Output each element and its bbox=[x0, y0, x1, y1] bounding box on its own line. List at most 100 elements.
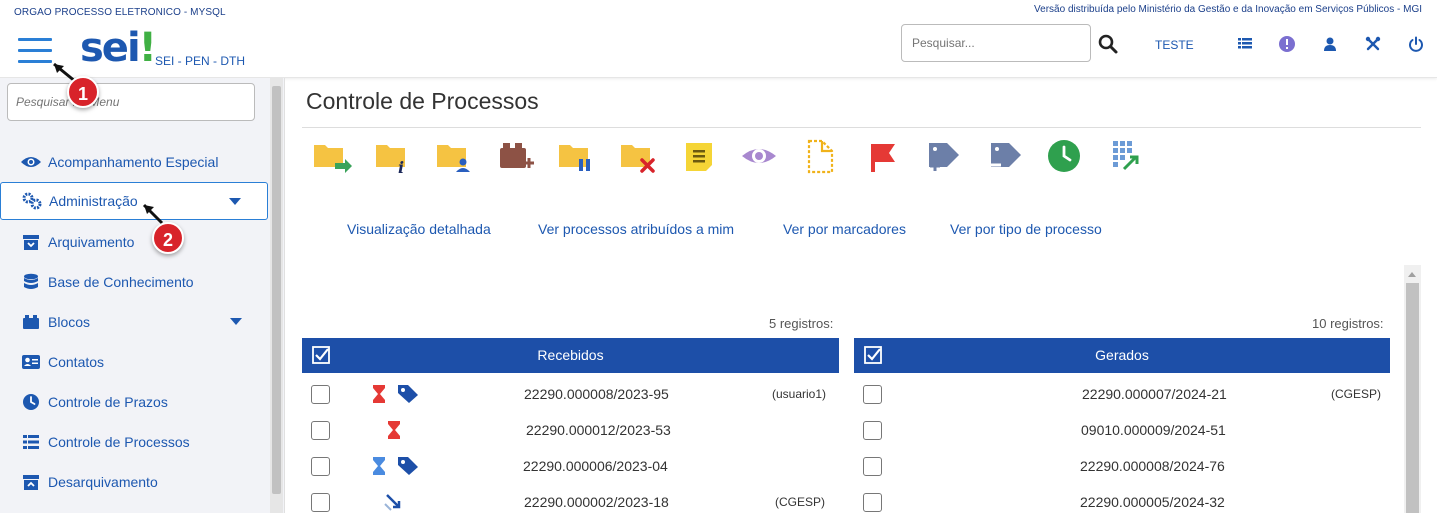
row-checkbox[interactable] bbox=[863, 457, 882, 476]
process-link[interactable]: 22290.000007/2024-21 bbox=[1082, 386, 1227, 402]
clock-icon bbox=[20, 392, 42, 412]
process-link[interactable]: 22290.000008/2023-95 bbox=[524, 386, 669, 402]
add-marker-icon[interactable] bbox=[927, 139, 967, 175]
archive-icon bbox=[20, 232, 42, 252]
document-dashed-icon[interactable] bbox=[806, 139, 846, 175]
power-icon[interactable] bbox=[1407, 35, 1425, 53]
row-checkbox[interactable] bbox=[863, 385, 882, 404]
hamburger-menu-icon[interactable] bbox=[18, 38, 52, 64]
sidebar-item-label: Contatos bbox=[48, 354, 105, 370]
process-link[interactable]: 09010.000009/2024-51 bbox=[1081, 422, 1226, 438]
sidebar-item-administracao[interactable]: Administração bbox=[0, 182, 268, 220]
process-link[interactable]: 22290.000012/2023-53 bbox=[526, 422, 671, 438]
page-title: Controle de Processos bbox=[306, 88, 539, 114]
sidebar-item-desarquivamento[interactable]: Desarquivamento bbox=[0, 463, 268, 501]
sidebar-item-label: Base de Conhecimento bbox=[48, 274, 194, 290]
row-checkbox[interactable] bbox=[311, 457, 330, 476]
view-assigned-link[interactable]: Ver processos atribuídos a mim bbox=[538, 221, 734, 237]
mark-read-icon[interactable] bbox=[741, 139, 781, 175]
top-bar: ORGAO PROCESSO ELETRONICO - MYSQL Versão… bbox=[0, 0, 1437, 78]
arrows-diagonal-icon[interactable] bbox=[384, 492, 406, 512]
list-icon bbox=[20, 432, 42, 452]
search-icon[interactable] bbox=[1097, 33, 1119, 55]
annotation-icon[interactable] bbox=[684, 139, 724, 175]
row-checkbox[interactable] bbox=[311, 421, 330, 440]
sidebar-item-label: Controle de Processos bbox=[48, 434, 190, 450]
table-row: 22290.000007/2024-21 (CGESP) bbox=[854, 376, 1390, 412]
tools-icon[interactable] bbox=[1364, 35, 1382, 53]
table-row: 22290.000008/2024-76 bbox=[854, 448, 1390, 484]
generated-title: Gerados bbox=[1095, 347, 1149, 363]
unarchive-icon bbox=[20, 472, 42, 492]
assigned-user[interactable]: (CGESP) bbox=[775, 495, 825, 509]
assigned-user[interactable]: (CGESP) bbox=[1331, 387, 1381, 401]
sidebar-item-controle-de-processos[interactable]: Controle de Processos bbox=[0, 423, 268, 461]
table-row: 22290.000006/2023-04 bbox=[302, 448, 839, 484]
row-checkbox[interactable] bbox=[311, 493, 330, 512]
sidebar-item-label: Desarquivamento bbox=[48, 474, 158, 490]
info-icon[interactable] bbox=[1278, 35, 1296, 53]
sidebar-item-label: Blocos bbox=[48, 314, 91, 330]
hourglass-blue-icon[interactable] bbox=[372, 456, 394, 476]
send-process-icon[interactable] bbox=[313, 139, 353, 175]
hourglass-red-icon[interactable] bbox=[372, 384, 394, 404]
sidebar-item-arquivamento[interactable]: Arquivamento bbox=[0, 223, 268, 261]
content-scrollbar[interactable] bbox=[1404, 265, 1421, 513]
assign-process-icon[interactable] bbox=[436, 139, 476, 175]
eye-icon bbox=[20, 152, 42, 172]
process-info-icon[interactable]: i bbox=[375, 139, 415, 177]
user-icon[interactable] bbox=[1321, 35, 1339, 53]
view-by-markers-link[interactable]: Ver por marcadores bbox=[783, 221, 906, 237]
row-checkbox[interactable] bbox=[863, 493, 882, 512]
scroll-up-icon[interactable] bbox=[1408, 272, 1416, 277]
remove-marker-icon[interactable] bbox=[989, 139, 1029, 175]
table-row: 22290.000002/2023-18 (CGESP) bbox=[302, 484, 839, 520]
sobrestar-process-icon[interactable] bbox=[558, 139, 598, 175]
process-link[interactable]: 22290.000002/2023-18 bbox=[524, 494, 669, 510]
chevron-down-icon[interactable] bbox=[230, 318, 242, 325]
process-link[interactable]: 22290.000008/2024-76 bbox=[1080, 458, 1225, 474]
conclude-process-icon[interactable] bbox=[620, 139, 660, 175]
add-to-block-icon[interactable] bbox=[498, 139, 538, 175]
search-input[interactable] bbox=[901, 24, 1091, 62]
deadline-clock-icon[interactable] bbox=[1047, 139, 1087, 175]
sidebar-item-acompanhamento-especial[interactable]: Acompanhamento Especial bbox=[0, 143, 268, 181]
process-link[interactable]: 22290.000006/2023-04 bbox=[523, 458, 668, 474]
flag-icon[interactable] bbox=[869, 139, 909, 175]
user-unit-label[interactable]: TESTE bbox=[1155, 38, 1194, 52]
sidebar-item-blocos[interactable]: Blocos bbox=[0, 303, 268, 341]
row-checkbox[interactable] bbox=[863, 421, 882, 440]
row-checkbox[interactable] bbox=[311, 385, 330, 404]
sidebar-item-label: Arquivamento bbox=[48, 234, 135, 250]
sidebar-item-controle-de-prazos[interactable]: Controle de Prazos bbox=[0, 383, 268, 421]
view-detailed-link[interactable]: Visualização detalhada bbox=[347, 221, 491, 237]
database-icon bbox=[20, 272, 42, 292]
hourglass-red-icon[interactable] bbox=[387, 420, 409, 440]
sidebar-item-base-de-conhecimento[interactable]: Base de Conhecimento bbox=[0, 263, 268, 301]
system-name: SEI - PEN - DTH bbox=[155, 54, 246, 68]
logo-text: sei bbox=[80, 25, 141, 71]
assigned-user[interactable]: (usuario1) bbox=[772, 387, 826, 401]
building-link-icon[interactable] bbox=[1110, 139, 1150, 175]
table-row: 22290.000005/2024-32 bbox=[854, 484, 1390, 520]
blocks-icon bbox=[20, 312, 42, 332]
process-link[interactable]: 22290.000005/2024-32 bbox=[1080, 494, 1225, 510]
list-icon[interactable] bbox=[1236, 35, 1254, 53]
menu-search-input[interactable] bbox=[7, 83, 255, 121]
table-row: 22290.000008/2023-95 (usuario1) bbox=[302, 376, 839, 412]
sidebar-scrollbar-thumb[interactable] bbox=[272, 86, 281, 494]
table-row: 22290.000012/2023-53 bbox=[302, 412, 839, 448]
table-row: 09010.000009/2024-51 bbox=[854, 412, 1390, 448]
received-count: 5 registros: bbox=[769, 316, 834, 331]
view-by-type-link[interactable]: Ver por tipo de processo bbox=[950, 221, 1102, 237]
sei-logo[interactable]: sei! bbox=[80, 25, 157, 71]
content-scrollbar-thumb[interactable] bbox=[1406, 283, 1419, 513]
tag-blue-icon[interactable] bbox=[397, 384, 419, 404]
sidebar-item-contatos[interactable]: Contatos bbox=[0, 343, 268, 381]
tag-blue-icon[interactable] bbox=[397, 456, 419, 476]
sidebar-scrollbar[interactable] bbox=[270, 78, 283, 513]
svg-text:i: i bbox=[398, 158, 404, 175]
chevron-down-icon[interactable] bbox=[229, 198, 241, 205]
received-table-header: Recebidos bbox=[302, 338, 839, 373]
sidebar-item-label: Acompanhamento Especial bbox=[48, 154, 219, 170]
